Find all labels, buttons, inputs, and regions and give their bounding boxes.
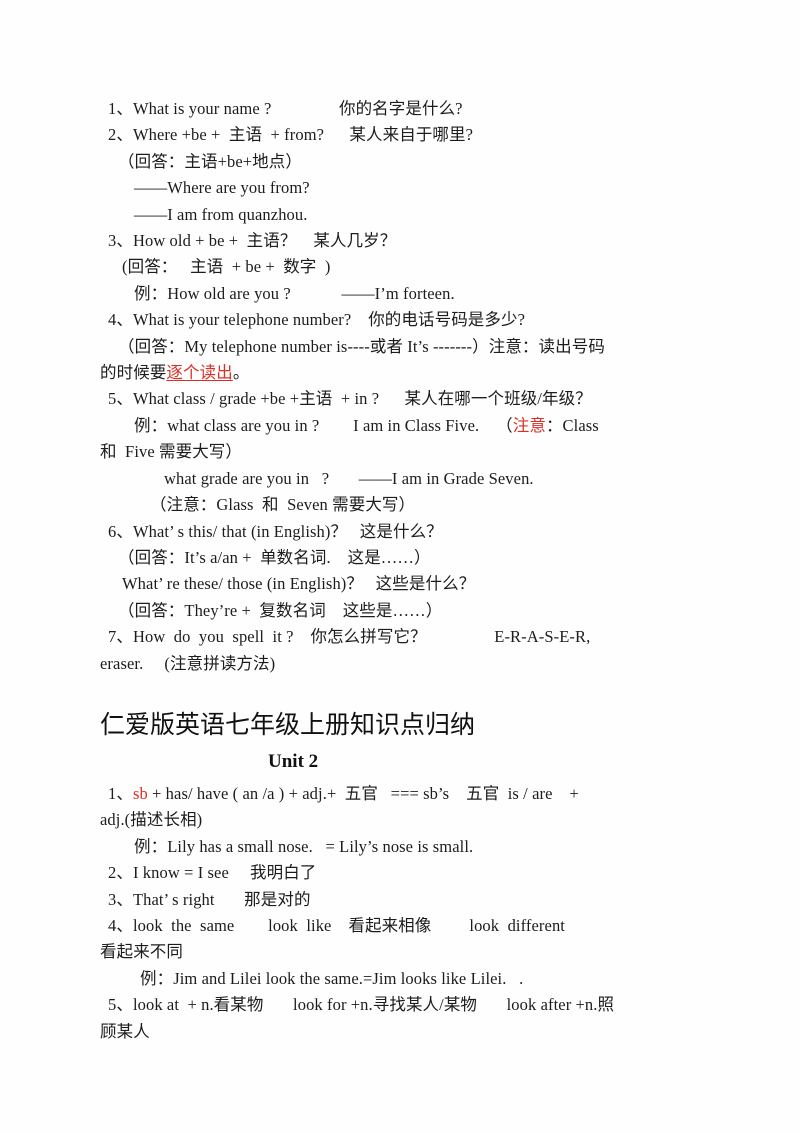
- document-body: 1、What is your name ? 你的名字是什么? 2、Where +…: [100, 96, 688, 1045]
- note-line: 看起来不同: [100, 942, 183, 962]
- note-line: 7、How do you spell it ? 你怎么拼写它？ E-R-A-S-…: [108, 627, 591, 647]
- note-line: （注意：Glass 和 Seven 需要大写）: [150, 495, 416, 515]
- document-page: 1、What is your name ? 你的名字是什么? 2、Where +…: [0, 0, 800, 1132]
- note-line: 6、What’ s this/ that (in English)？ 这是什么？: [108, 521, 443, 541]
- note-line: adj.(描述长相): [100, 810, 203, 830]
- note-text: 。: [232, 363, 250, 383]
- highlight-red: 注意: [512, 415, 546, 435]
- note-line-highlighted: 的时候要逐个读出。: [100, 360, 688, 386]
- note-line: 3、That’ s right 那是对的: [108, 889, 311, 909]
- note-line: 例：How old are you ? ——I’m forteen.: [134, 283, 455, 303]
- note-line: （回答：My telephone number is----或者 It’s --…: [118, 336, 605, 356]
- note-line: 5、look at + n.看某物 look for +n.寻找某人/某物 lo…: [108, 995, 615, 1015]
- note-line: What’ re these/ those (in English)？ 这些是什…: [122, 574, 476, 594]
- note-line: （回答：They’re + 复数名词 这些是……）: [118, 600, 443, 620]
- note-line: （回答：It’s a/an + 单数名词. 这是……）: [118, 547, 431, 567]
- note-line: 4、What is your telephone number? 你的电话号码是…: [108, 310, 526, 330]
- note-text: 的时候要: [100, 363, 167, 383]
- note-line: 3、How old + be + 主语？ 某人几岁？: [108, 231, 397, 251]
- note-text: 例：what class are you in ? I am in Class …: [134, 415, 497, 435]
- note-line: 例：Jim and Lilei look the same.=Jim looks…: [140, 968, 524, 988]
- note-line: 2、I know = I see 我明白了: [108, 863, 317, 883]
- note-line: 2、Where +be + 主语 + from? 某人来自于哪里?: [108, 125, 474, 145]
- note-text: 1、: [108, 783, 133, 803]
- note-line-highlighted: 1、sb + has/ have ( an /a ) + adj.+ 五官 ==…: [108, 781, 688, 807]
- note-line: 4、look the same look like 看起来相像 look dif…: [108, 915, 565, 935]
- unit-heading: Unit 2: [268, 750, 319, 772]
- note-line: ——Where are you from?: [134, 178, 310, 198]
- note-text: （: [496, 415, 513, 435]
- note-line: eraser. (注意拼读方法): [100, 653, 276, 673]
- note-line: what grade are you in ? ——I am in Grade …: [164, 468, 534, 488]
- note-line: 顾某人: [100, 1021, 150, 1041]
- note-line: （回答：主语+be+地点）: [118, 151, 302, 171]
- note-line: 例：Lily has a small nose. = Lily’s nose i…: [134, 836, 474, 856]
- note-line-highlighted: 例：what class are you in ? I am in Class …: [108, 413, 688, 439]
- note-text: ：Class: [545, 415, 599, 435]
- note-line: (回答： 主语 + be + 数字 ): [122, 257, 331, 277]
- note-line: 5、What class / grade +be +主语 + in ? 某人在哪…: [108, 389, 592, 409]
- note-line: ——I am from quanzhou.: [134, 204, 308, 224]
- highlight-red: sb: [132, 783, 148, 803]
- note-text: + has/ have ( an /a ) + adj.+ 五官 === sb’…: [147, 783, 579, 803]
- page-title: 仁爱版英语七年级上册知识点归纳: [100, 709, 476, 739]
- note-line: 和 Five 需要大写）: [100, 442, 243, 462]
- note-line: 1、What is your name ? 你的名字是什么?: [108, 99, 463, 118]
- highlight-red-underline: 逐个读出: [166, 363, 233, 383]
